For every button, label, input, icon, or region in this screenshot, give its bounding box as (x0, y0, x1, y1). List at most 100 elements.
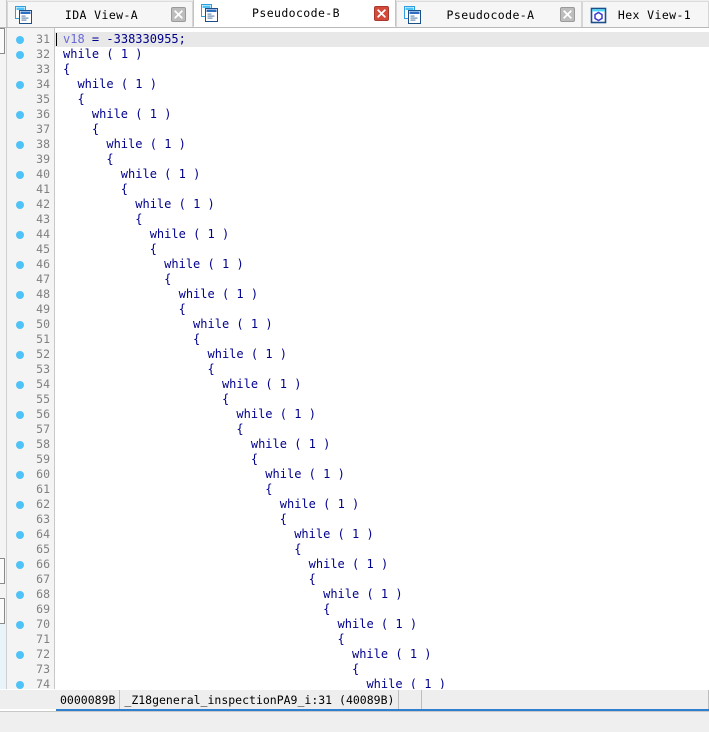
code-line[interactable]: { (55, 482, 709, 497)
breakpoint-dot[interactable] (16, 321, 24, 329)
code-line[interactable]: { (55, 572, 709, 587)
gutter-row[interactable]: 70 (7, 617, 54, 632)
gutter-row[interactable]: 65 (7, 542, 54, 557)
code-line[interactable]: { (55, 302, 709, 317)
code-line[interactable]: while ( 1 ) (55, 437, 709, 452)
gutter-row[interactable]: 56 (7, 407, 54, 422)
gutter-row[interactable]: 33 (7, 62, 54, 77)
marker-segment-top[interactable] (0, 28, 5, 54)
gutter-row[interactable]: 73 (7, 662, 54, 677)
gutter-row[interactable]: 50 (7, 317, 54, 332)
breakpoint-dot[interactable] (16, 381, 24, 389)
gutter-row[interactable]: 61 (7, 482, 54, 497)
breakpoint-dot[interactable] (16, 81, 24, 89)
breakpoint-dot[interactable] (16, 621, 24, 629)
code-line[interactable]: { (55, 242, 709, 257)
code-line[interactable]: while ( 1 ) (55, 377, 709, 392)
close-icon[interactable] (560, 7, 575, 22)
code-line[interactable]: while ( 1 ) (55, 497, 709, 512)
code-line[interactable]: while ( 1 ) (55, 317, 709, 332)
breakpoint-dot[interactable] (16, 561, 24, 569)
code-line[interactable]: v18 = -338330955; (55, 32, 709, 47)
breakpoint-dot[interactable] (16, 171, 24, 179)
code-line[interactable]: while ( 1 ) (55, 137, 709, 152)
marker-segment-lower[interactable] (0, 598, 5, 624)
code-line[interactable]: { (55, 542, 709, 557)
code-line[interactable]: { (55, 92, 709, 107)
gutter-row[interactable]: 69 (7, 602, 54, 617)
gutter-row[interactable]: 44 (7, 227, 54, 242)
code-line[interactable]: { (55, 362, 709, 377)
close-icon[interactable] (374, 5, 389, 21)
code-line[interactable]: { (55, 452, 709, 467)
code-line[interactable]: while ( 1 ) (55, 257, 709, 272)
gutter-row[interactable]: 62 (7, 497, 54, 512)
breakpoint-dot[interactable] (16, 411, 24, 419)
gutter-row[interactable]: 36 (7, 107, 54, 122)
breakpoint-dot[interactable] (16, 51, 24, 59)
gutter-row[interactable]: 43 (7, 212, 54, 227)
code-line[interactable]: while ( 1 ) (55, 557, 709, 572)
bookmark-marker-strip[interactable] (0, 28, 7, 689)
close-icon[interactable] (171, 7, 186, 22)
breakpoint-dot[interactable] (16, 501, 24, 509)
gutter-row[interactable]: 31 (7, 32, 54, 47)
gutter-row[interactable]: 68 (7, 587, 54, 602)
code-line[interactable]: { (55, 602, 709, 617)
gutter-row[interactable]: 54 (7, 377, 54, 392)
gutter-row[interactable]: 38 (7, 137, 54, 152)
code-line[interactable]: { (55, 122, 709, 137)
code-line[interactable]: while ( 1 ) (55, 227, 709, 242)
gutter-row[interactable]: 71 (7, 632, 54, 647)
code-line[interactable]: { (55, 632, 709, 647)
gutter-row[interactable]: 42 (7, 197, 54, 212)
gutter-row[interactable]: 72 (7, 647, 54, 662)
code-line[interactable]: while ( 1 ) (55, 467, 709, 482)
breakpoint-dot[interactable] (16, 681, 24, 689)
breakpoint-dot[interactable] (16, 531, 24, 539)
breakpoint-dot[interactable] (16, 201, 24, 209)
gutter-row[interactable]: 34 (7, 77, 54, 92)
code-line[interactable]: while ( 1 ) (55, 407, 709, 422)
breakpoint-dot[interactable] (16, 471, 24, 479)
gutter-row[interactable]: 48 (7, 287, 54, 302)
breakpoint-dot[interactable] (16, 351, 24, 359)
gutter-row[interactable]: 57 (7, 422, 54, 437)
breakpoint-dot[interactable] (16, 441, 24, 449)
code-line[interactable]: { (55, 62, 709, 77)
code-line[interactable]: while ( 1 ) (55, 77, 709, 92)
gutter-row[interactable]: 66 (7, 557, 54, 572)
code-line[interactable]: { (55, 332, 709, 347)
breakpoint-dot[interactable] (16, 36, 24, 44)
tab-pseudocode-b[interactable]: Pseudocode-B (193, 0, 396, 27)
breakpoint-dot[interactable] (16, 111, 24, 119)
gutter-row[interactable]: 49 (7, 302, 54, 317)
code-line[interactable]: while ( 1 ) (55, 107, 709, 122)
code-line[interactable]: { (55, 272, 709, 287)
gutter-row[interactable]: 32 (7, 47, 54, 62)
gutter-row[interactable]: 46 (7, 257, 54, 272)
code-area[interactable]: v18 = -338330955; while ( 1 ){ while ( 1 … (55, 28, 709, 689)
code-line[interactable]: while ( 1 ) (55, 647, 709, 662)
breakpoint-dot[interactable] (16, 591, 24, 599)
gutter-row[interactable]: 51 (7, 332, 54, 347)
code-line[interactable]: { (55, 392, 709, 407)
tab-pseudocode-a[interactable]: Pseudocode-A (396, 1, 582, 27)
breakpoint-dot[interactable] (16, 651, 24, 659)
gutter-row[interactable]: 35 (7, 92, 54, 107)
code-line[interactable]: { (55, 662, 709, 677)
code-line[interactable]: { (55, 512, 709, 527)
breakpoint-dot[interactable] (16, 291, 24, 299)
code-line[interactable]: while ( 1 ) (55, 677, 709, 689)
marker-scroll-thumb[interactable] (0, 624, 6, 689)
gutter-row[interactable]: 47 (7, 272, 54, 287)
code-line[interactable]: { (55, 182, 709, 197)
code-line[interactable]: while ( 1 ) (55, 287, 709, 302)
gutter-row[interactable]: 59 (7, 452, 54, 467)
gutter-row[interactable]: 67 (7, 572, 54, 587)
gutter-row[interactable]: 74 (7, 677, 54, 692)
tab-ida-view-a[interactable]: IDA View-A (7, 1, 193, 27)
gutter-row[interactable]: 41 (7, 182, 54, 197)
breakpoint-dot[interactable] (16, 261, 24, 269)
gutter-row[interactable]: 55 (7, 392, 54, 407)
